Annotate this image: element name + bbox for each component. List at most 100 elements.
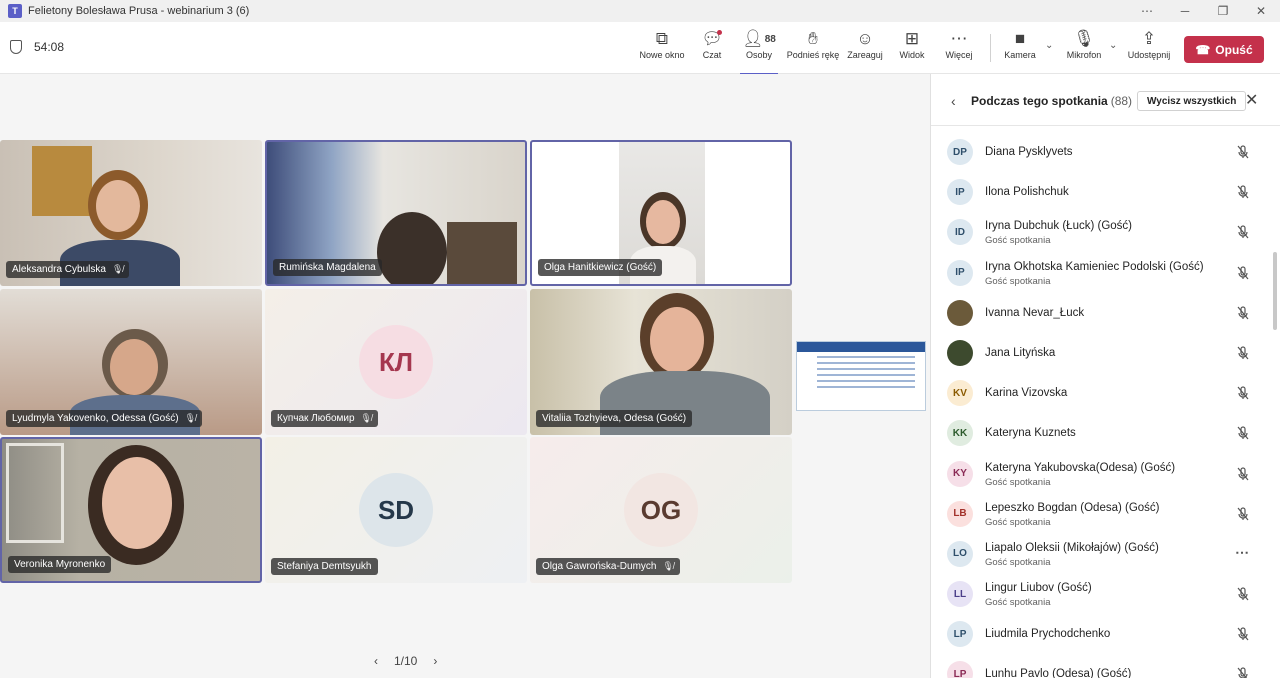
react-icon: ☺ — [856, 29, 874, 48]
video-tile[interactable]: Lyudmyla Yakovenko, Odessa (Gość) 🎙︎̸ — [0, 289, 262, 435]
participant-name: Lingur Liubov (Gość) — [985, 582, 1092, 595]
participant-name-label: Veronika Myronenko — [8, 556, 112, 573]
participant-row[interactable]: LL Lingur Liubov (Gość) Gość spotkania — [931, 574, 1280, 614]
mic-off-icon: 🎙︎ — [1073, 29, 1095, 48]
camera-icon: ■ — [1014, 29, 1026, 48]
leave-button[interactable]: ☎︎ Opuść — [1184, 36, 1264, 63]
react-button[interactable]: ☺ Zareaguj — [846, 28, 884, 70]
mic-muted-icon[interactable] — [1235, 385, 1251, 401]
mic-muted-icon[interactable] — [1235, 666, 1251, 678]
participant-avatar: KK — [947, 420, 973, 447]
participant-role: Gość spotkania — [985, 476, 1051, 488]
view-button[interactable]: ⊞ Widok — [896, 28, 928, 70]
mic-muted-icon[interactable] — [1235, 626, 1251, 642]
mic-muted-icon[interactable] — [1235, 425, 1251, 441]
video-stage: Aleksandra Cybulska 🎙︎̸ Rumińska Magdalen… — [0, 74, 930, 678]
people-icon: 👤︎ 88 — [742, 29, 776, 48]
video-tile[interactable]: Olga Hanitkiewicz (Gość) — [530, 140, 792, 286]
participant-row[interactable]: LO Liapalo Oleksii (Mikołajów) (Gość) Gość… — [931, 534, 1280, 574]
participant-avatar: LL — [947, 581, 973, 608]
teams-logo-icon: T — [8, 4, 22, 18]
people-button[interactable]: 👤︎ 88 Osoby — [740, 28, 778, 75]
people-count-badge: 88 — [764, 33, 776, 45]
more-button[interactable]: ⋯ Więcej — [943, 28, 975, 70]
mic-muted-icon[interactable] — [1235, 184, 1251, 200]
mute-all-button[interactable]: Wycisz wszystkich — [1137, 91, 1247, 111]
mic-options-chevron-icon[interactable]: ⌄ — [1109, 40, 1117, 51]
raise-hand-icon: ✋︎ — [808, 29, 818, 48]
shared-screen-thumbnail[interactable] — [796, 341, 926, 411]
chat-button[interactable]: 💬︎ Czat — [698, 28, 726, 70]
participant-row[interactable]: KY Kateryna Yakubovska(Odesa) (Gość) Gość … — [931, 454, 1280, 494]
participant-name: Iryna Okhotska Kamieniec Podolski (Gość) — [985, 260, 1204, 273]
participant-role: Gość spotkania — [985, 597, 1051, 609]
video-tile[interactable]: OG Olga Gawrońska-Dumych 🎙︎̸ — [530, 437, 792, 583]
mic-muted-icon[interactable] — [1235, 586, 1251, 602]
participant-row[interactable]: ID Iryna Dubchuk (Łuck) (Gość) Gość spotka… — [931, 212, 1280, 252]
participant-name-label: Aleksandra Cybulska 🎙︎̸ — [6, 261, 130, 278]
camera-button[interactable]: ■ Kamera — [1003, 28, 1037, 70]
participant-row[interactable]: KV Karina Vizovska — [931, 373, 1280, 413]
participant-name-label: Rumińska Magdalena — [273, 259, 382, 276]
panel-header: ‹ Podczas tego spotkania (88) Wycisz wszy… — [931, 74, 1280, 126]
window-title: Felietony Bolesława Prusa - webinarium 3… — [28, 5, 250, 17]
meeting-timer: 54:08 — [10, 40, 64, 54]
more-options-icon[interactable]: ⋯ — [1128, 4, 1166, 18]
participant-list: DP Diana Pysklyvets IP Ilona Polishchuk ID Ir… — [931, 132, 1280, 678]
maximize-icon[interactable]: ❐ — [1204, 4, 1242, 18]
share-button[interactable]: ⇪ Udostępnij — [1126, 28, 1172, 70]
mic-muted-icon: 🎙︎̸ — [662, 561, 674, 571]
bookshelf — [447, 222, 517, 284]
video-tile[interactable]: Veronika Myronenko — [0, 437, 262, 583]
mic-muted-icon[interactable] — [1235, 305, 1251, 321]
more-icon: ⋯ — [950, 29, 968, 48]
close-window-icon[interactable]: ✕ — [1242, 4, 1280, 18]
microphone-button[interactable]: 🎙︎ Mikrofon — [1064, 28, 1104, 70]
mic-muted-icon: 🎙︎̸ — [184, 413, 196, 423]
video-tile[interactable]: Rumińska Magdalena — [265, 140, 527, 286]
participant-name: Iryna Dubchuk (Łuck) (Gość) — [985, 220, 1132, 233]
participant-row[interactable]: DP Diana Pysklyvets — [931, 132, 1280, 172]
close-panel-icon[interactable]: ✕ — [1245, 90, 1258, 110]
participant-row[interactable]: LP Lunhu Pavlo (Odesa) (Gość) — [931, 654, 1280, 678]
participant-name-label: Lyudmyla Yakovenko, Odessa (Gość) 🎙︎̸ — [6, 410, 202, 427]
mic-muted-icon[interactable] — [1235, 466, 1251, 482]
participant-name: Lepeszko Bogdan (Odesa) (Gość) — [985, 501, 1160, 514]
video-tile[interactable]: Vitaliia Tozhyieva, Odesa (Gość) — [530, 289, 792, 435]
participant-avatar: LO — [947, 540, 973, 567]
back-arrow-icon[interactable]: ‹ — [951, 93, 956, 109]
video-tile[interactable]: Aleksandra Cybulska 🎙︎̸ — [0, 140, 262, 286]
panel-scrollbar[interactable] — [1273, 252, 1277, 330]
camera-options-chevron-icon[interactable]: ⌄ — [1045, 40, 1053, 51]
raise-hand-button[interactable]: ✋︎ Podnieś rękę — [786, 28, 840, 70]
next-page-icon[interactable]: › — [433, 654, 437, 668]
participant-avatar: SD — [359, 473, 433, 547]
participant-avatar: КЛ — [359, 325, 433, 399]
new-window-button[interactable]: ⧉ Nowe okno — [638, 28, 686, 70]
mic-muted-icon[interactable] — [1235, 224, 1251, 240]
video-tile[interactable]: КЛ Купчак Любомир 🎙︎̸ — [265, 289, 527, 435]
previous-page-icon[interactable]: ‹ — [374, 654, 378, 668]
mic-muted-icon[interactable] — [1235, 345, 1251, 361]
participant-avatar: LP — [947, 621, 973, 648]
mic-muted-icon[interactable] — [1235, 506, 1251, 522]
participant-avatar: LB — [947, 500, 973, 527]
mic-muted-icon[interactable] — [1235, 144, 1251, 160]
participant-row[interactable]: KK Kateryna Kuznets — [931, 413, 1280, 453]
participant-avatar: KY — [947, 460, 973, 487]
minimize-icon[interactable]: ─ — [1166, 4, 1204, 18]
participant-row[interactable]: Jana Lityńska — [931, 333, 1280, 373]
participant-row[interactable]: IP Ilona Polishchuk — [931, 172, 1280, 212]
mic-muted-icon[interactable] — [1235, 265, 1251, 281]
more-options-icon[interactable]: ⋯ — [1235, 544, 1251, 560]
page-indicator: 1/10 — [394, 654, 418, 668]
participant-avatar: IP — [947, 179, 973, 206]
participant-row[interactable]: Ivanna Nevar_Łuck — [931, 293, 1280, 333]
video-tile[interactable]: SD Stefaniya Demtsyukh — [265, 437, 527, 583]
participant-name: Lunhu Pavlo (Odesa) (Gość) — [985, 668, 1132, 678]
participant-row[interactable]: LP Liudmila Prychodchenko — [931, 614, 1280, 654]
participant-row[interactable]: LB Lepeszko Bogdan (Odesa) (Gość) Gość spo… — [931, 494, 1280, 534]
participant-role: Gość spotkania — [985, 516, 1051, 528]
participant-row[interactable]: IP Iryna Okhotska Kamieniec Podolski (Goś… — [931, 253, 1280, 293]
participant-name: Ivanna Nevar_Łuck — [985, 306, 1085, 319]
